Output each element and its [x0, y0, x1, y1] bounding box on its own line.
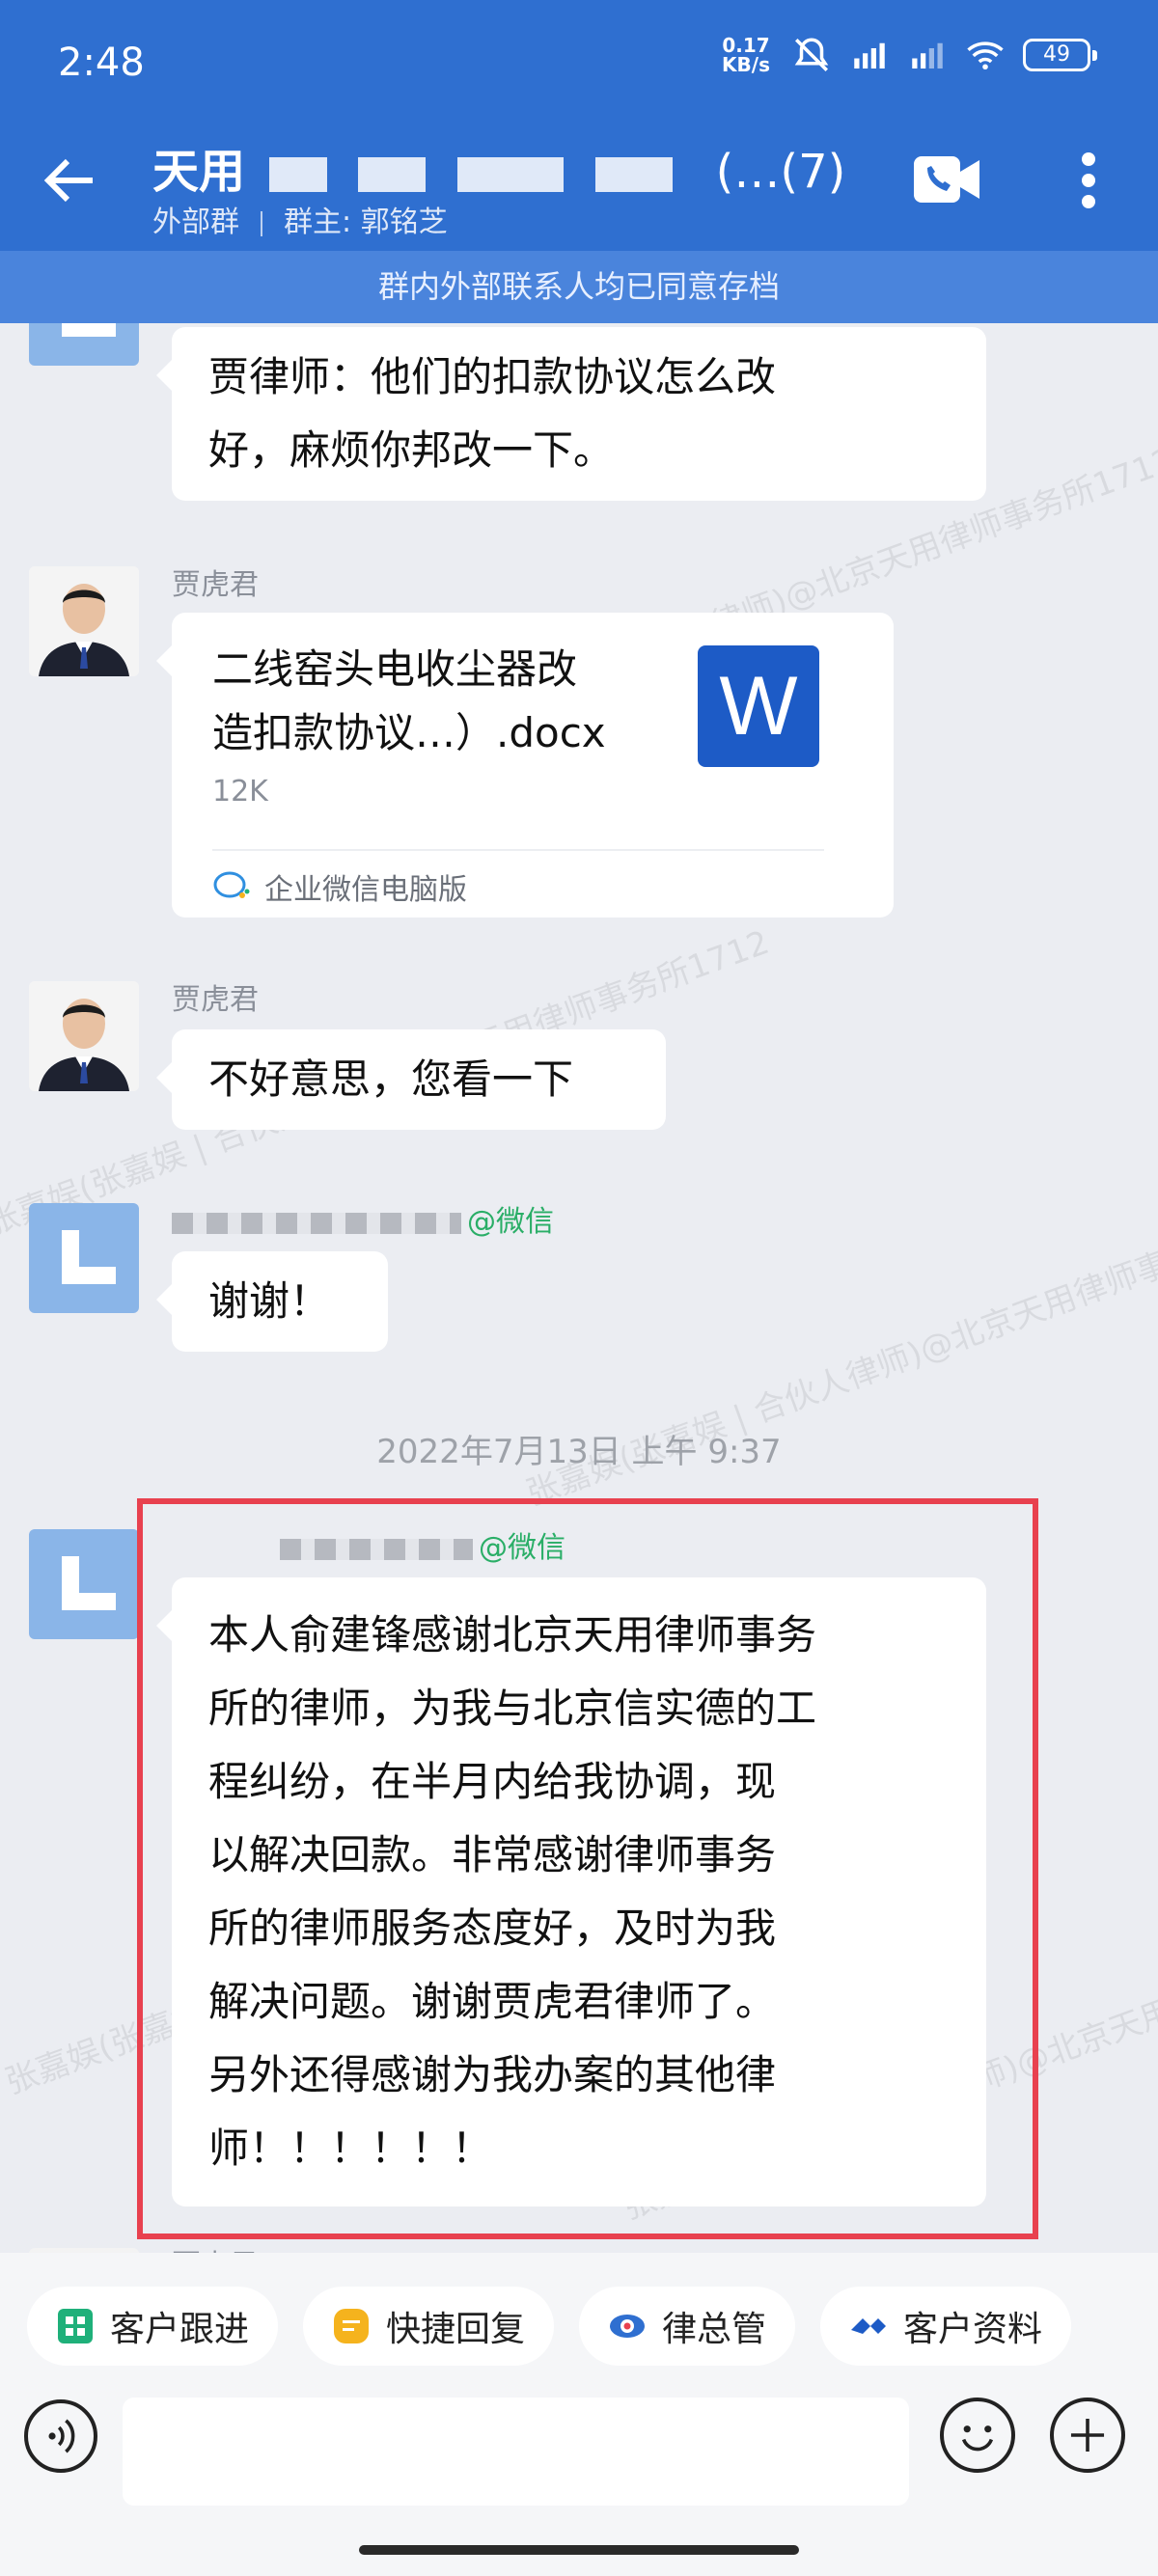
divider: [261, 210, 262, 236]
redacted-block: [268, 157, 327, 192]
message-bubble[interactable]: 谢谢！: [156, 1251, 388, 1352]
wecom-icon: [213, 871, 250, 898]
video-call-icon[interactable]: [912, 154, 981, 205]
person-avatar-icon: [29, 566, 139, 676]
sender-name: @微信: [172, 1197, 554, 1240]
quick-reply-icon: [334, 2309, 370, 2343]
back-arrow-icon[interactable]: [39, 150, 100, 211]
avatar[interactable]: [29, 323, 139, 366]
quick-action-customer-info[interactable]: 客户资料: [820, 2287, 1072, 2366]
lawyer-manager-icon: [610, 2315, 646, 2338]
sender-name: 贾虎君: [172, 568, 259, 602]
divider: [212, 849, 824, 851]
signal-icon-2: [912, 42, 943, 69]
signal-icon: [854, 42, 885, 69]
quick-actions: 客户跟进 快捷回复 律总管 客户资料: [27, 2287, 1072, 2366]
file-source: 企业微信电脑版: [212, 865, 467, 908]
customer-follow-icon: [58, 2309, 93, 2343]
redacted-block: [594, 157, 673, 192]
word-file-icon: W: [698, 645, 819, 767]
chat-area[interactable]: 张嘉娱(张嘉娱 | 合伙人律师)@北京天用律师事务所1712 张嘉娱(张嘉娱 |…: [0, 323, 1158, 2253]
file-card[interactable]: 二线窑头电收尘器改 造扣款协议…）.docx 12K W 企业微信电脑版: [156, 613, 894, 918]
bottom-panel: 客户跟进 快捷回复 律总管 客户资料: [0, 2253, 1158, 2576]
plus-icon[interactable]: [1050, 2398, 1125, 2473]
customer-info-icon: [851, 2318, 887, 2334]
chat-header: 2:48 0.17 KB/s 49 天用 (…(7) 外部群 群主: 郭铭芝: [0, 0, 1158, 251]
redacted-block: [457, 157, 565, 192]
wifi-icon: [967, 41, 1004, 70]
quick-action-lawyer-manager[interactable]: 律总管: [579, 2287, 796, 2366]
file-size: 12K: [212, 775, 268, 808]
quick-action-customer-follow[interactable]: 客户跟进: [27, 2287, 279, 2366]
message-bubble[interactable]: 贾律师：他们的扣款协议怎么改 好，麻烦你邦改一下。: [156, 327, 986, 501]
quick-action-quick-reply[interactable]: 快捷回复: [303, 2287, 555, 2366]
person-avatar-icon: [29, 981, 139, 1091]
status-bar: 2:48 0.17 KB/s 49: [0, 0, 1158, 130]
message-input[interactable]: [123, 2398, 909, 2506]
emoji-icon[interactable]: [940, 2398, 1015, 2473]
highlight-annotation: [137, 1498, 1038, 2239]
file-name: 二线窑头电收尘器改 造扣款协议…）.docx: [212, 645, 606, 756]
group-subtitle: 外部群 群主: 郭铭芝: [152, 206, 448, 239]
group-title: 天用 (…(7): [152, 145, 846, 199]
more-vert-icon[interactable]: [1069, 150, 1108, 211]
status-time: 2:48: [58, 41, 145, 85]
message-timestamp: 2022年7月13日 上午 9:37: [376, 1433, 782, 1471]
sender-name: 贾虎君: [172, 2241, 259, 2253]
avatar[interactable]: [29, 566, 139, 676]
avatar[interactable]: [29, 981, 139, 1091]
voice-icon[interactable]: [24, 2399, 97, 2473]
avatar[interactable]: [29, 1203, 139, 1313]
redacted-block: [358, 157, 427, 192]
network-speed: 0.17 KB/s: [722, 34, 770, 76]
avatar[interactable]: [29, 1529, 139, 1639]
sender-name: 贾虎君: [172, 983, 259, 1017]
message-bubble[interactable]: 不好意思，您看一下: [156, 1029, 666, 1130]
battery-indicator: 49: [1023, 39, 1097, 71]
archive-notice: 群内外部联系人均已同意存档: [0, 251, 1158, 323]
home-indicator[interactable]: [359, 2545, 799, 2555]
redacted-name: [172, 1212, 461, 1234]
status-icons: 0.17 KB/s 49: [718, 34, 1097, 76]
mute-bell-icon: [794, 38, 829, 71]
